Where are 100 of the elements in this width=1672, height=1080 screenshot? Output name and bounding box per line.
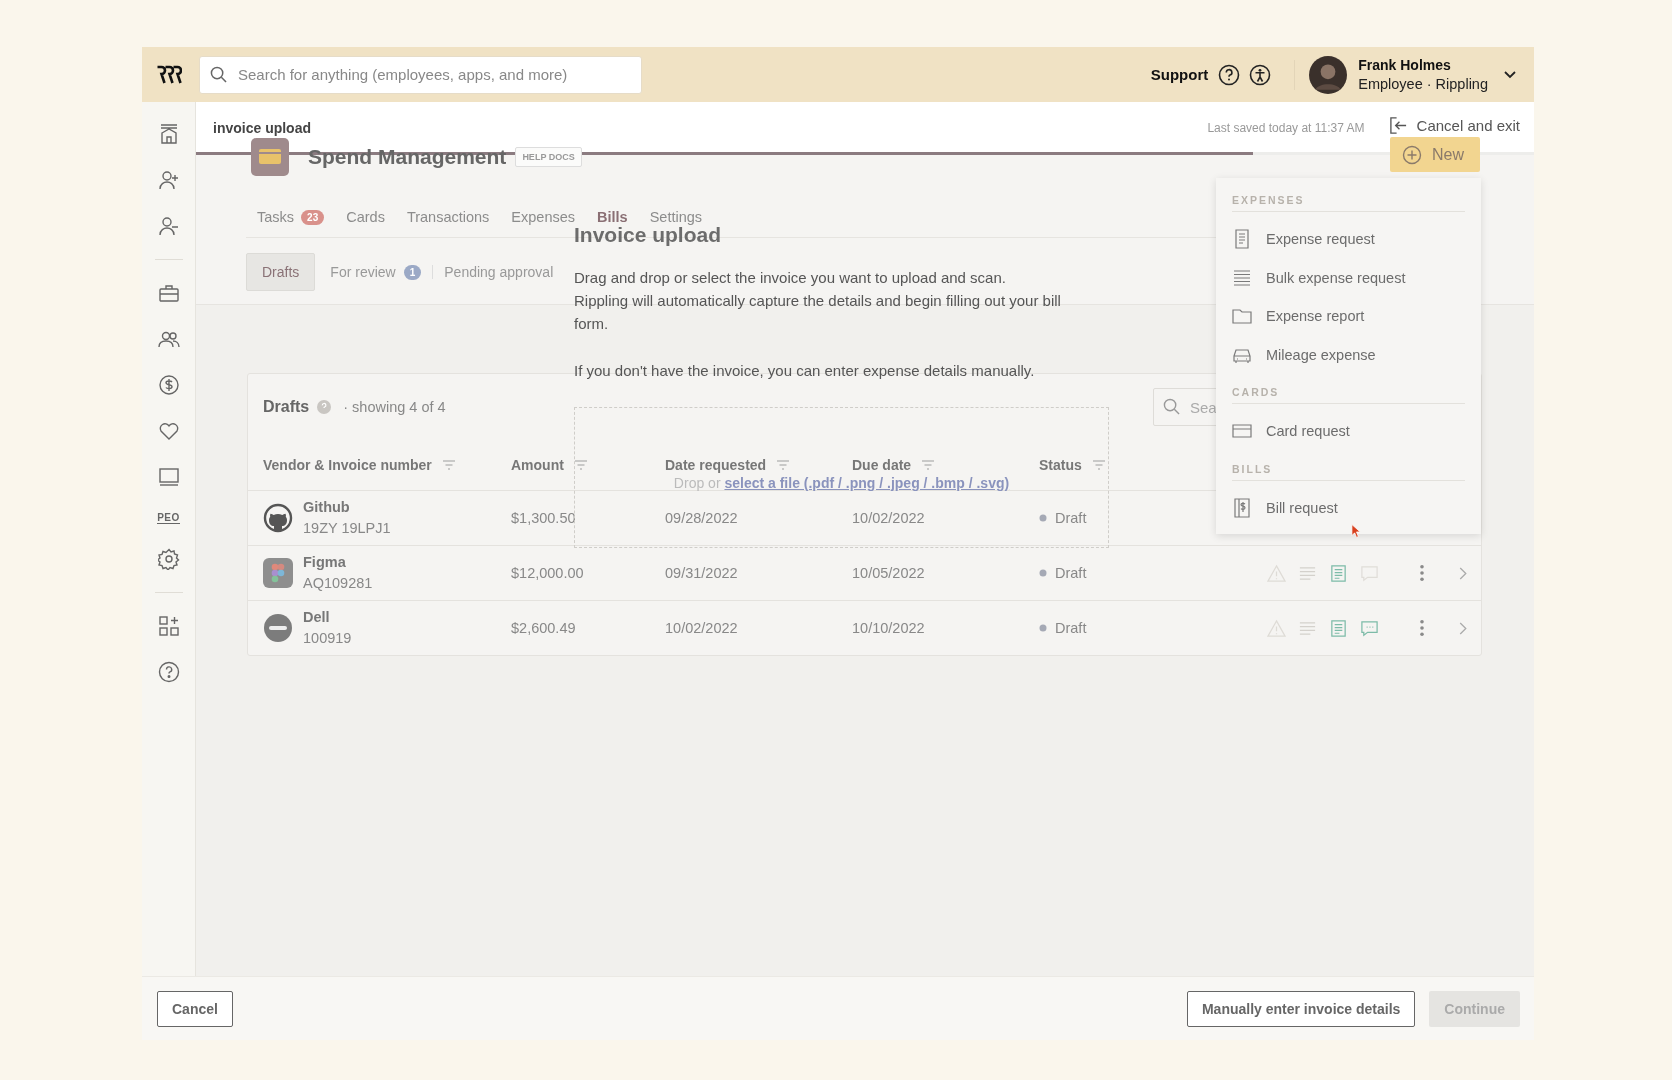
more-icon[interactable] (1419, 564, 1425, 582)
question-icon[interactable] (317, 400, 332, 414)
column-header[interactable]: Amount (511, 457, 564, 473)
new-button[interactable]: New (1390, 137, 1480, 172)
date-cell-text: 10/10/2022 (852, 620, 926, 636)
table-row[interactable]: Dell 100919 $2,600.49 10/02/2022 10/10/2022 Draft (248, 601, 1481, 655)
date-cell-text: 10/02/2022 (852, 510, 926, 526)
heart-icon[interactable] (157, 420, 180, 442)
help-icon[interactable] (1218, 63, 1241, 86)
receipt-icon[interactable] (1329, 618, 1348, 638)
disc-logo-icon (263, 613, 293, 643)
peo-nav-item[interactable]: PEO (157, 512, 180, 524)
last-saved-text: Last saved today at 11:37 AM (1207, 121, 1365, 135)
status-dot-icon (1039, 624, 1047, 632)
invoice-number: 19ZY 19LPJ1 (303, 519, 391, 538)
instruction-text: If you don't have the invoice, you can enter expense details manually. (574, 361, 1035, 381)
filter-label: Drafts (262, 264, 300, 280)
column-header[interactable]: Due date (852, 457, 912, 473)
apps-add-icon[interactable] (157, 615, 180, 637)
menu-section-heading: CARDS (1232, 382, 1465, 404)
menu-item-label: Mileage expense (1266, 346, 1376, 363)
filter-tab[interactable]: For review 1 (319, 254, 433, 290)
accessibility-icon[interactable] (1249, 63, 1272, 86)
exit-icon (1388, 116, 1408, 135)
help-docs-link[interactable]: HELP DOCS (515, 147, 582, 167)
receipt-icon (1232, 229, 1252, 250)
select-file-link[interactable]: select a file (.pdf / .png / .jpeg / .bmp / .svg) (724, 474, 1010, 491)
invoice-number: 100919 (303, 629, 352, 648)
column-header[interactable]: Vendor & Invoice number (263, 457, 432, 473)
menu-item-label: Bill request (1266, 499, 1338, 516)
monitor-icon[interactable] (157, 466, 180, 488)
manual-entry-button[interactable]: Manually enter invoice details (1186, 990, 1416, 1027)
amount-cell-text: $12,000.00 (511, 565, 585, 581)
receipt-icon[interactable] (1329, 563, 1348, 583)
status-text: Draft (1055, 620, 1087, 636)
logo-icon[interactable] (155, 64, 182, 85)
card-title: Drafts (263, 398, 310, 416)
tab-label: Tasks (257, 209, 295, 225)
date-cell-text: 09/28/2022 (665, 510, 739, 526)
chevron-right-icon[interactable] (1459, 566, 1467, 580)
settings-icon[interactable] (157, 548, 180, 570)
dropzone-prompt: Drop or select a file (.pdf / .png / .jpeg / .bmp / .svg) (673, 474, 1010, 491)
filter-label: For review (330, 264, 396, 280)
date-cell-text: 09/31/2022 (665, 565, 739, 581)
search-icon (1163, 398, 1180, 415)
menu-section-heading: EXPENSES (1232, 190, 1465, 212)
plus-circle-icon (1402, 144, 1422, 165)
menu-item[interactable]: Bulk expense request (1232, 258, 1465, 297)
person-remove-icon[interactable] (157, 215, 180, 237)
chevron-down-icon[interactable] (1504, 70, 1516, 79)
cancel-button[interactable]: Cancel (157, 990, 233, 1027)
folder-icon (1232, 306, 1252, 327)
menu-section-heading: BILLS (1232, 458, 1465, 481)
cancel-and-exit-button[interactable]: Cancel and exit (1388, 116, 1520, 135)
filter-tab[interactable]: Drafts (246, 253, 316, 291)
dollar-icon[interactable] (157, 374, 180, 396)
menu-item[interactable]: Expense report (1232, 297, 1465, 336)
support-link[interactable]: Support (1150, 66, 1209, 83)
tab[interactable]: Tasks 23 (257, 205, 325, 229)
bill-icon (1232, 497, 1252, 518)
menu-item-label: Expense request (1266, 231, 1375, 248)
card-app-icon (251, 138, 289, 176)
user-name: Frank Holmes (1358, 55, 1452, 75)
menu-item-label: Card request (1266, 423, 1350, 440)
table-row[interactable]: Figma AQ109281 $12,000.00 09/31/2022 10/05/2022 Draft (248, 546, 1481, 601)
chevron-right-icon[interactable] (1459, 621, 1467, 635)
menu-item-label: Expense report (1266, 308, 1365, 325)
shapes-logo-icon (263, 558, 293, 588)
status-text: Draft (1055, 510, 1087, 526)
menu-item[interactable]: Mileage expense (1232, 335, 1465, 374)
menu-item[interactable]: Expense request (1232, 220, 1465, 259)
briefcase-icon[interactable] (157, 282, 180, 304)
avatar-icon[interactable] (1309, 55, 1348, 94)
count-badge: 23 (301, 209, 325, 225)
comment-icon[interactable] (1360, 618, 1379, 638)
column-header[interactable]: Status (1039, 457, 1082, 473)
more-icon[interactable] (1419, 619, 1425, 637)
count-badge: 1 (403, 264, 422, 280)
amount-cell-text: $1,300.50 (511, 510, 577, 526)
menu-item-label: Bulk expense request (1266, 269, 1406, 286)
status-text: Draft (1055, 565, 1087, 581)
filter-label: Pending approval (444, 264, 554, 280)
vendor-name: Github (303, 498, 351, 517)
row-count: · showing 4 of 4 (343, 399, 446, 415)
vendor-name: Dell (303, 608, 331, 627)
lines-icon (1232, 267, 1252, 288)
filter-tab[interactable]: Pending approval (433, 254, 565, 290)
search-icon (210, 65, 227, 83)
search-field[interactable]: Search for anything (employees, apps, and more) (199, 55, 642, 94)
vendor-name: Figma (303, 553, 347, 572)
menu-item[interactable]: Card request (1232, 412, 1465, 451)
page-label: invoice upload (213, 120, 311, 136)
user-role: Employee · Rippling (1358, 74, 1488, 94)
person-add-icon[interactable] (157, 169, 180, 191)
instruction-text: Drag and drop or select the invoice you want to upload and scan. Rippling will automatically capture the details and begin filling out your bill form. (574, 268, 1062, 334)
column-header[interactable]: Date requested (665, 457, 767, 473)
amount-cell-text: $2,600.49 (511, 620, 577, 636)
status-dot-icon (1039, 514, 1047, 522)
invoice-number: AQ109281 (303, 574, 373, 593)
menu-item[interactable]: Bill request (1232, 488, 1465, 527)
